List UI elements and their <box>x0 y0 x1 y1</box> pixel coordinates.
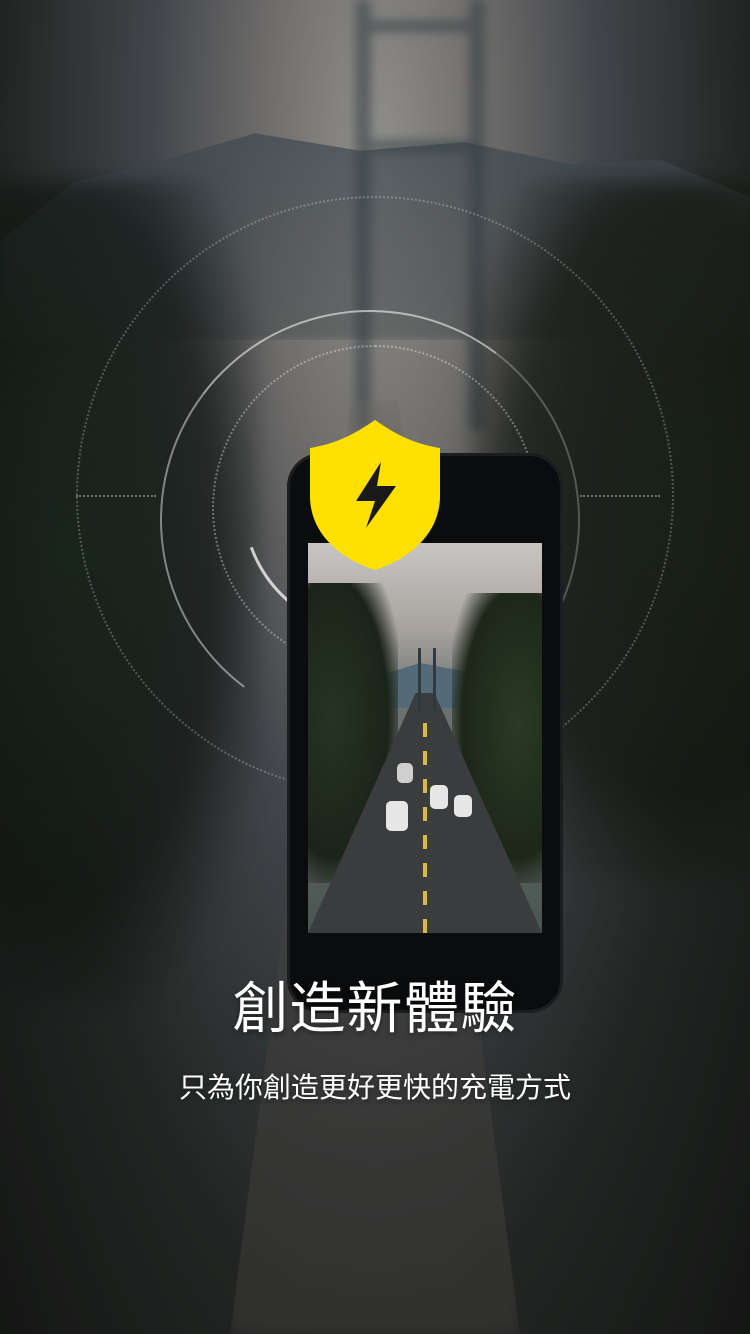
page-title: 創造新體驗 <box>232 977 518 1042</box>
onboarding-screen: 創造新體驗 只為你創造更好更快的充電方式 <box>0 0 750 1334</box>
shield-lightning-icon <box>310 420 440 570</box>
page-subtitle: 只為你創造更好更快的充電方式 <box>178 1071 571 1104</box>
phone-photo-car <box>397 763 413 783</box>
phone-photo-car <box>386 801 408 831</box>
phone-photo-bridge-tower <box>418 648 436 713</box>
right-dotted-tick <box>580 495 660 497</box>
left-dotted-tick <box>76 495 156 497</box>
phone-photo-car <box>430 785 448 809</box>
phone-photo-car <box>454 795 472 817</box>
phone-screen-photo <box>308 543 542 933</box>
phone-photo-lane-markings <box>423 723 427 933</box>
